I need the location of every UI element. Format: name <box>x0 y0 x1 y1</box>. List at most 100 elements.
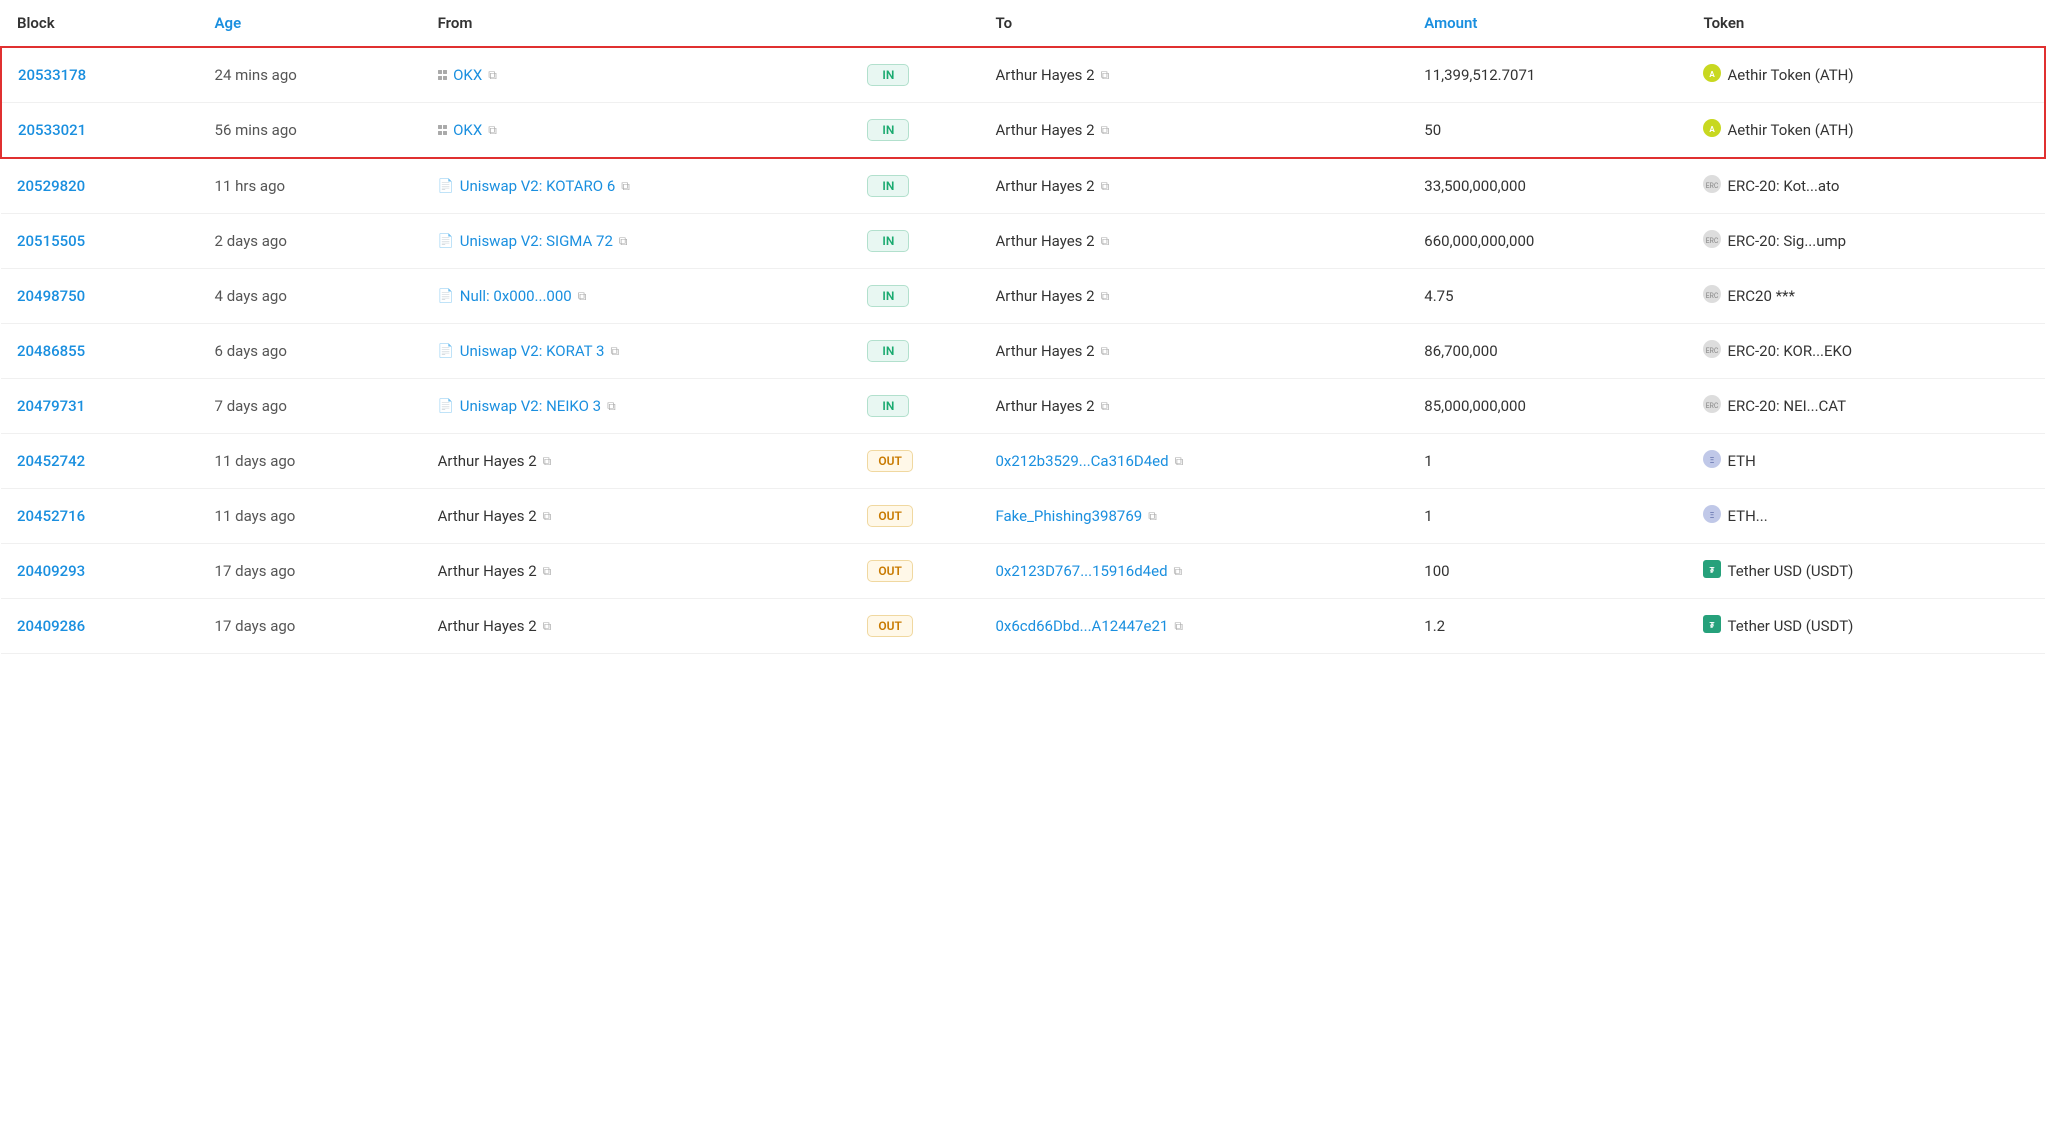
block-number[interactable]: 20515505 <box>1 214 199 269</box>
copy-from-icon[interactable]: ⧉ <box>621 179 630 194</box>
from-link[interactable]: OKX <box>453 121 482 139</box>
token-label: Aethir Token (ATH) <box>1727 121 1853 139</box>
svg-text:A: A <box>1710 70 1716 79</box>
direction-badge: IN <box>867 230 909 252</box>
from-label: Arthur Hayes 2 <box>438 617 537 635</box>
to-link[interactable]: 0x212b3529...Ca316D4ed <box>995 452 1168 470</box>
block-number[interactable]: 20479731 <box>1 379 199 434</box>
direction-badge: IN <box>867 340 909 362</box>
token-label: ERC-20: NEI...CAT <box>1727 397 1846 415</box>
direction-cell: OUT <box>859 599 979 654</box>
copy-from-icon[interactable]: ⧉ <box>488 123 497 138</box>
block-link[interactable]: 20533178 <box>18 66 86 84</box>
from-link[interactable]: Uniswap V2: KORAT 3 <box>460 342 605 360</box>
block-link[interactable]: 20486855 <box>17 342 85 360</box>
copy-to-icon[interactable]: ⧉ <box>1101 68 1110 83</box>
from-link[interactable]: Uniswap V2: KOTARO 6 <box>460 177 616 195</box>
direction-cell: OUT <box>859 489 979 544</box>
copy-to-icon[interactable]: ⧉ <box>1174 564 1183 579</box>
to-link[interactable]: Fake_Phishing398769 <box>995 507 1142 525</box>
copy-from-icon[interactable]: ⧉ <box>543 564 552 579</box>
copy-to-icon[interactable]: ⧉ <box>1101 179 1110 194</box>
amount-cell: 4.75 <box>1408 269 1687 324</box>
direction-badge: IN <box>867 175 909 197</box>
token-label: Tether USD (USDT) <box>1727 562 1853 580</box>
to-link[interactable]: 0x6cd66Dbd...A12447e21 <box>995 617 1168 635</box>
copy-from-icon[interactable]: ⧉ <box>543 454 552 469</box>
to-cell: Fake_Phishing398769 ⧉ <box>979 489 1408 544</box>
to-cell: 0x6cd66Dbd...A12447e21 ⧉ <box>979 599 1408 654</box>
copy-from-icon[interactable]: ⧉ <box>488 68 497 83</box>
from-cell: 📄Uniswap V2: KOTARO 6⧉ <box>422 158 860 214</box>
svg-text:₮: ₮ <box>1710 566 1715 575</box>
direction-cell: OUT <box>859 544 979 599</box>
block-link[interactable]: 20409286 <box>17 617 85 635</box>
block-number[interactable]: 20486855 <box>1 324 199 379</box>
copy-to-icon[interactable]: ⧉ <box>1101 344 1110 359</box>
copy-from-icon[interactable]: ⧉ <box>578 289 587 304</box>
table-row: 2045271611 days agoArthur Hayes 2⧉OUTFak… <box>1 489 2045 544</box>
copy-from-icon[interactable]: ⧉ <box>543 619 552 634</box>
amount-cell: 1 <box>1408 434 1687 489</box>
copy-from-icon[interactable]: ⧉ <box>611 344 620 359</box>
token-icon-erc: ERC <box>1703 340 1721 362</box>
from-link[interactable]: OKX <box>453 66 482 84</box>
block-link[interactable]: 20515505 <box>17 232 85 250</box>
svg-text:Ξ: Ξ <box>1710 456 1715 465</box>
block-link[interactable]: 20498750 <box>17 287 85 305</box>
copy-from-icon[interactable]: ⧉ <box>619 234 628 249</box>
to-cell: 0x212b3529...Ca316D4ed ⧉ <box>979 434 1408 489</box>
amount-cell: 100 <box>1408 544 1687 599</box>
direction-badge: IN <box>867 64 909 86</box>
token-cell: ERC ERC-20: NEI...CAT <box>1687 379 2045 434</box>
block-link[interactable]: 20529820 <box>17 177 85 195</box>
svg-text:ERC: ERC <box>1706 402 1719 410</box>
block-number[interactable]: 20529820 <box>1 158 199 214</box>
copy-from-icon[interactable]: ⧉ <box>543 509 552 524</box>
copy-to-icon[interactable]: ⧉ <box>1148 509 1157 524</box>
from-link[interactable]: Null: 0x000...000 <box>460 287 572 305</box>
block-number[interactable]: 20409293 <box>1 544 199 599</box>
block-link[interactable]: 20409293 <box>17 562 85 580</box>
to-label: Arthur Hayes 2 <box>995 342 1094 360</box>
age-cell: 4 days ago <box>199 269 422 324</box>
col-token: Token <box>1687 0 2045 47</box>
svg-text:₮: ₮ <box>1710 621 1715 630</box>
token-cell: ΞETH... <box>1687 489 2045 544</box>
block-link[interactable]: 20452716 <box>17 507 85 525</box>
copy-to-icon[interactable]: ⧉ <box>1175 454 1184 469</box>
from-link[interactable]: Uniswap V2: SIGMA 72 <box>460 232 613 250</box>
block-number[interactable]: 20533178 <box>1 47 199 103</box>
token-label: ERC-20: Kot...ato <box>1727 177 1839 195</box>
to-link[interactable]: 0x2123D767...15916d4ed <box>995 562 1167 580</box>
copy-to-icon[interactable]: ⧉ <box>1101 399 1110 414</box>
copy-from-icon[interactable]: ⧉ <box>607 399 616 414</box>
from-link[interactable]: Uniswap V2: NEIKO 3 <box>460 397 601 415</box>
block-number[interactable]: 20409286 <box>1 599 199 654</box>
amount-cell: 50 <box>1408 103 1687 159</box>
token-cell: ₮Tether USD (USDT) <box>1687 599 2045 654</box>
col-block: Block <box>1 0 199 47</box>
block-number[interactable]: 20452742 <box>1 434 199 489</box>
block-link[interactable]: 20533021 <box>18 121 86 139</box>
token-icon-erc: ERC <box>1703 395 1721 417</box>
age-cell: 2 days ago <box>199 214 422 269</box>
to-cell: Arthur Hayes 2⧉ <box>979 379 1408 434</box>
token-cell: ERCERC-20: Sig...ump <box>1687 214 2045 269</box>
block-number[interactable]: 20498750 <box>1 269 199 324</box>
svg-text:Ξ: Ξ <box>1710 511 1715 520</box>
block-number[interactable]: 20452716 <box>1 489 199 544</box>
copy-to-icon[interactable]: ⧉ <box>1101 234 1110 249</box>
copy-to-icon[interactable]: ⧉ <box>1101 289 1110 304</box>
from-cell: 📄Null: 0x000...000⧉ <box>422 269 860 324</box>
block-link[interactable]: 20479731 <box>17 397 85 415</box>
to-cell: Arthur Hayes 2⧉ <box>979 269 1408 324</box>
direction-badge: IN <box>867 395 909 417</box>
block-link[interactable]: 20452742 <box>17 452 85 470</box>
to-cell: Arthur Hayes 2 ⧉ <box>979 324 1408 379</box>
table-row: 2052982011 hrs ago📄Uniswap V2: KOTARO 6⧉… <box>1 158 2045 214</box>
block-number[interactable]: 20533021 <box>1 103 199 159</box>
copy-to-icon[interactable]: ⧉ <box>1101 123 1110 138</box>
copy-to-icon[interactable]: ⧉ <box>1174 619 1183 634</box>
table-row: 204868556 days ago📄Uniswap V2: KORAT 3⧉I… <box>1 324 2045 379</box>
